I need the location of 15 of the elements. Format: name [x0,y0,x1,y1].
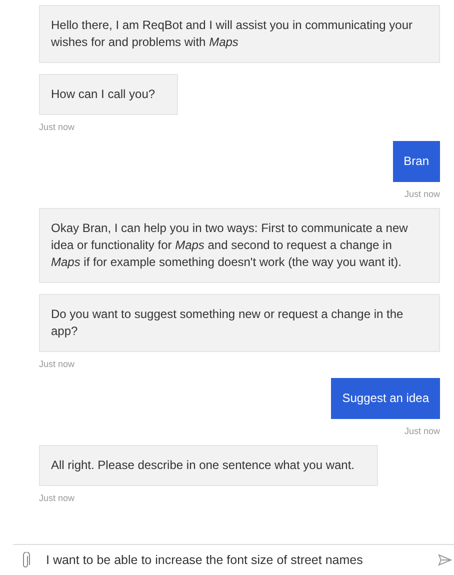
send-icon[interactable] [438,554,452,566]
bot-message: Do you want to suggest something new or request a change in the app? [39,294,440,352]
bot-message: All right. Please describe in one sentence what you want. [39,445,378,486]
message-input[interactable]: I want to be able to increase the font size of street names [46,553,422,567]
sent-message[interactable]: Bran [392,141,440,182]
bot-message: How can I call you? [39,74,178,115]
bot-message: Hello there, I am ReqBot and I will assist you in communicating your wishes for and problems with Maps [39,5,440,63]
timestamp: Just now [39,359,75,369]
attach-icon[interactable] [21,552,30,568]
bot-message: Okay Bran, I can help you in two ways: First to communicate a new idea or functionality for Maps and second to request a change in Maps if for example something doesn't work (the way you want it). [39,208,440,283]
sent-message[interactable]: Suggest an idea [331,378,440,419]
timestamp: Just now [404,426,440,436]
timestamp: Just now [39,122,75,132]
timestamp: Just now [39,493,75,503]
timestamp: Just now [404,189,440,199]
